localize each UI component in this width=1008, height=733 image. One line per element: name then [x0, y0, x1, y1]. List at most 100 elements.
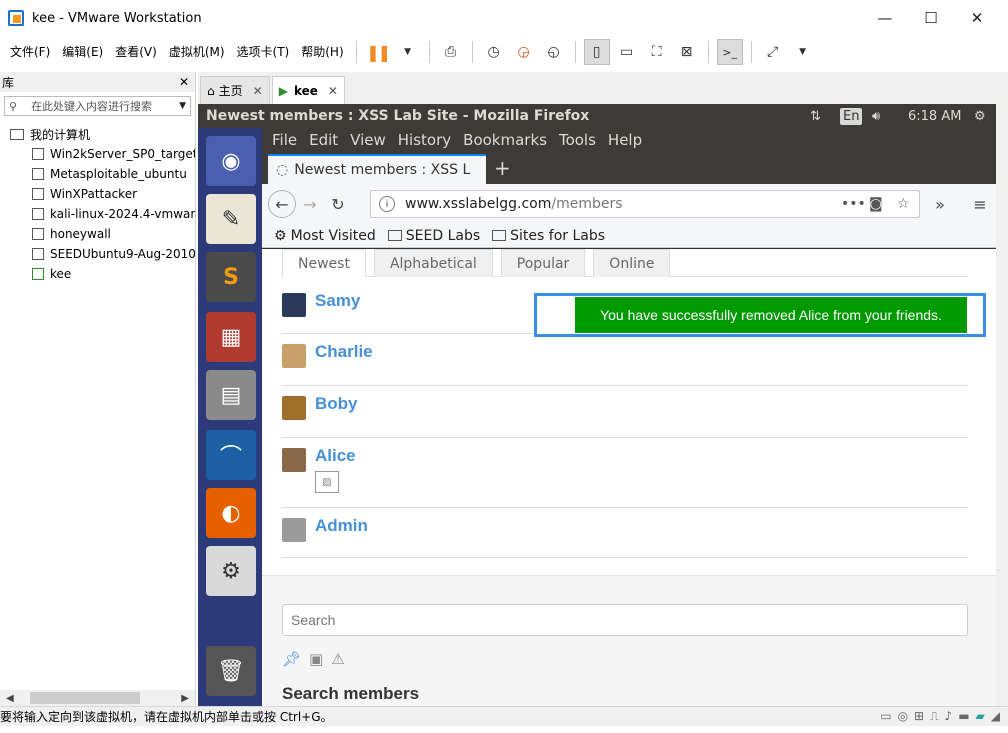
bookmark-most-visited[interactable]: ⚙ Most Visited: [274, 228, 376, 244]
avatar[interactable]: [282, 448, 306, 472]
member-name-link[interactable]: Boby: [315, 394, 358, 414]
usb-icon[interactable]: ⎍: [930, 709, 938, 724]
unity-icon[interactable]: ⊠: [674, 39, 700, 65]
tab-close-icon[interactable]: ✕: [253, 84, 263, 98]
back-button[interactable]: ←: [268, 190, 296, 218]
menu-tabs[interactable]: 选项卡(T): [231, 36, 296, 68]
volume-icon[interactable]: 🔊︎: [872, 109, 880, 124]
system-settings-icon[interactable]: ⚙: [206, 546, 256, 596]
avatar[interactable]: [282, 518, 306, 542]
close-button[interactable]: ✕: [954, 0, 1000, 36]
member-name-link[interactable]: Admin: [315, 516, 368, 536]
fullscreen-icon[interactable]: ⛶: [644, 39, 670, 65]
chevron-down-icon[interactable]: ▼: [179, 101, 186, 111]
forward-button[interactable]: →: [296, 190, 324, 218]
avatar[interactable]: [282, 344, 306, 368]
library-search-input[interactable]: ⚲ 在此处键入内容进行搜索 ▼: [4, 96, 191, 116]
success-message[interactable]: You have successfully removed Alice from…: [575, 297, 967, 333]
send-keys-icon[interactable]: ⎙: [438, 39, 464, 65]
pin-icon[interactable]: 📌︎: [282, 650, 301, 668]
new-tab-button[interactable]: +: [494, 156, 511, 180]
sublime-text-icon[interactable]: S: [206, 252, 256, 302]
menu-view[interactable]: 查看(V): [109, 36, 163, 68]
snapshot-manager-icon[interactable]: ◵: [541, 39, 567, 65]
menu-file[interactable]: 文件(F): [4, 36, 56, 68]
keyboard-lang[interactable]: En: [840, 108, 863, 125]
tree-item-vm[interactable]: WinXPattacker: [0, 184, 195, 204]
resize-grip-icon[interactable]: ◢: [991, 709, 1000, 724]
tab-kee[interactable]: ▶ kee ✕: [271, 76, 345, 104]
tab-close-icon[interactable]: ✕: [328, 84, 338, 98]
sound-card-icon[interactable]: ♪: [945, 709, 953, 724]
text-editor-icon[interactable]: ✎: [206, 194, 256, 244]
menu-help[interactable]: Help: [608, 131, 642, 149]
member-name-link[interactable]: Samy: [315, 291, 360, 311]
scroll-left-icon[interactable]: ◀: [6, 693, 14, 704]
rss-icon[interactable]: ▣: [309, 650, 323, 668]
menu-vm[interactable]: 虚拟机(M): [163, 36, 231, 68]
menu-help[interactable]: 帮助(H): [295, 36, 349, 68]
tree-item-vm[interactable]: kee: [0, 264, 195, 284]
settings-gear-icon[interactable]: ⚙: [974, 109, 986, 124]
dropdown-icon[interactable]: ▼: [790, 39, 816, 65]
tab-popular[interactable]: Popular: [500, 249, 586, 277]
overflow-icon[interactable]: »: [926, 190, 954, 218]
network-icon[interactable]: ⇅: [810, 109, 821, 124]
terminator-icon[interactable]: ▦: [206, 312, 256, 362]
tab-newest[interactable]: Newest: [282, 249, 366, 277]
tree-item-vm[interactable]: Win2kServer_SP0_target: [0, 144, 195, 164]
menu-history[interactable]: History: [398, 131, 451, 149]
bookmark-star-icon[interactable]: ☆: [897, 196, 910, 212]
trash-icon[interactable]: 🗑︎: [206, 646, 256, 696]
message-log-icon[interactable]: ▰: [976, 709, 985, 724]
url-bar[interactable]: i www.xsslabelgg.com/members ••• ◙ ☆: [370, 190, 920, 218]
clock[interactable]: 6:18 AM: [908, 109, 961, 124]
avatar[interactable]: [282, 396, 306, 420]
dropdown-icon[interactable]: ▼: [395, 39, 421, 65]
tree-item-vm[interactable]: kali-linux-2024.4-vmware: [0, 204, 195, 224]
file-cabinet-icon[interactable]: ▤: [206, 370, 256, 420]
maximize-button[interactable]: ☐: [908, 0, 954, 36]
tab-alphabetical[interactable]: Alphabetical: [373, 249, 493, 277]
menu-file[interactable]: File: [272, 131, 297, 149]
pocket-icon[interactable]: ◙: [869, 196, 883, 212]
info-icon[interactable]: i: [379, 196, 395, 212]
menu-view[interactable]: View: [350, 131, 386, 149]
revert-snapshot-icon[interactable]: ◶: [511, 39, 537, 65]
tree-root[interactable]: 我的计算机: [0, 124, 195, 144]
tree-item-vm[interactable]: SEEDUbuntu9-Aug-2010: [0, 244, 195, 264]
scroll-right-icon[interactable]: ▶: [181, 693, 189, 704]
wireshark-icon[interactable]: ⌒: [206, 430, 256, 480]
bookmark-sites-for-labs[interactable]: Sites for Labs: [492, 228, 605, 244]
warning-icon[interactable]: ⚠: [331, 650, 344, 668]
reload-button[interactable]: ↻: [324, 190, 352, 218]
library-close-icon[interactable]: ✕: [179, 75, 189, 89]
menu-tools[interactable]: Tools: [559, 131, 596, 149]
dash-icon[interactable]: ◉: [206, 136, 256, 186]
pause-icon[interactable]: ❚❚: [365, 39, 391, 65]
firefox-icon[interactable]: ◐: [206, 488, 256, 538]
tree-item-vm[interactable]: Metasploitable_ubuntu: [0, 164, 195, 184]
browser-tab[interactable]: ◌ Newest members : XSS L: [268, 154, 486, 184]
broken-image-icon[interactable]: ▨: [315, 471, 339, 493]
tab-home[interactable]: ⌂ 主页 ✕: [200, 76, 270, 104]
terminal-icon[interactable]: >_: [716, 39, 743, 65]
stretch-icon[interactable]: ⤢: [760, 39, 786, 65]
member-name-link[interactable]: Alice: [315, 446, 356, 466]
search-input[interactable]: [282, 604, 968, 636]
network-adapter-icon[interactable]: ⊞: [914, 709, 924, 724]
bookmark-seed-labs[interactable]: SEED Labs: [387, 228, 480, 244]
menu-edit[interactable]: 编辑(E): [56, 36, 109, 68]
cd-rom-icon[interactable]: ◎: [898, 709, 908, 724]
scrollbar-thumb[interactable]: [30, 692, 140, 704]
menu-bookmarks[interactable]: Bookmarks: [463, 131, 547, 149]
library-scrollbar[interactable]: ◀ ▶: [0, 690, 195, 706]
display-icon[interactable]: ▬: [958, 709, 969, 724]
page-actions-icon[interactable]: •••: [841, 196, 866, 212]
library-view-icon[interactable]: ▯: [583, 39, 610, 65]
member-name-link[interactable]: Charlie: [315, 342, 373, 362]
snapshot-icon[interactable]: ◷: [481, 39, 507, 65]
avatar[interactable]: [282, 293, 306, 317]
console-view-icon[interactable]: ▭: [614, 39, 640, 65]
tree-item-vm[interactable]: honeywall: [0, 224, 195, 244]
